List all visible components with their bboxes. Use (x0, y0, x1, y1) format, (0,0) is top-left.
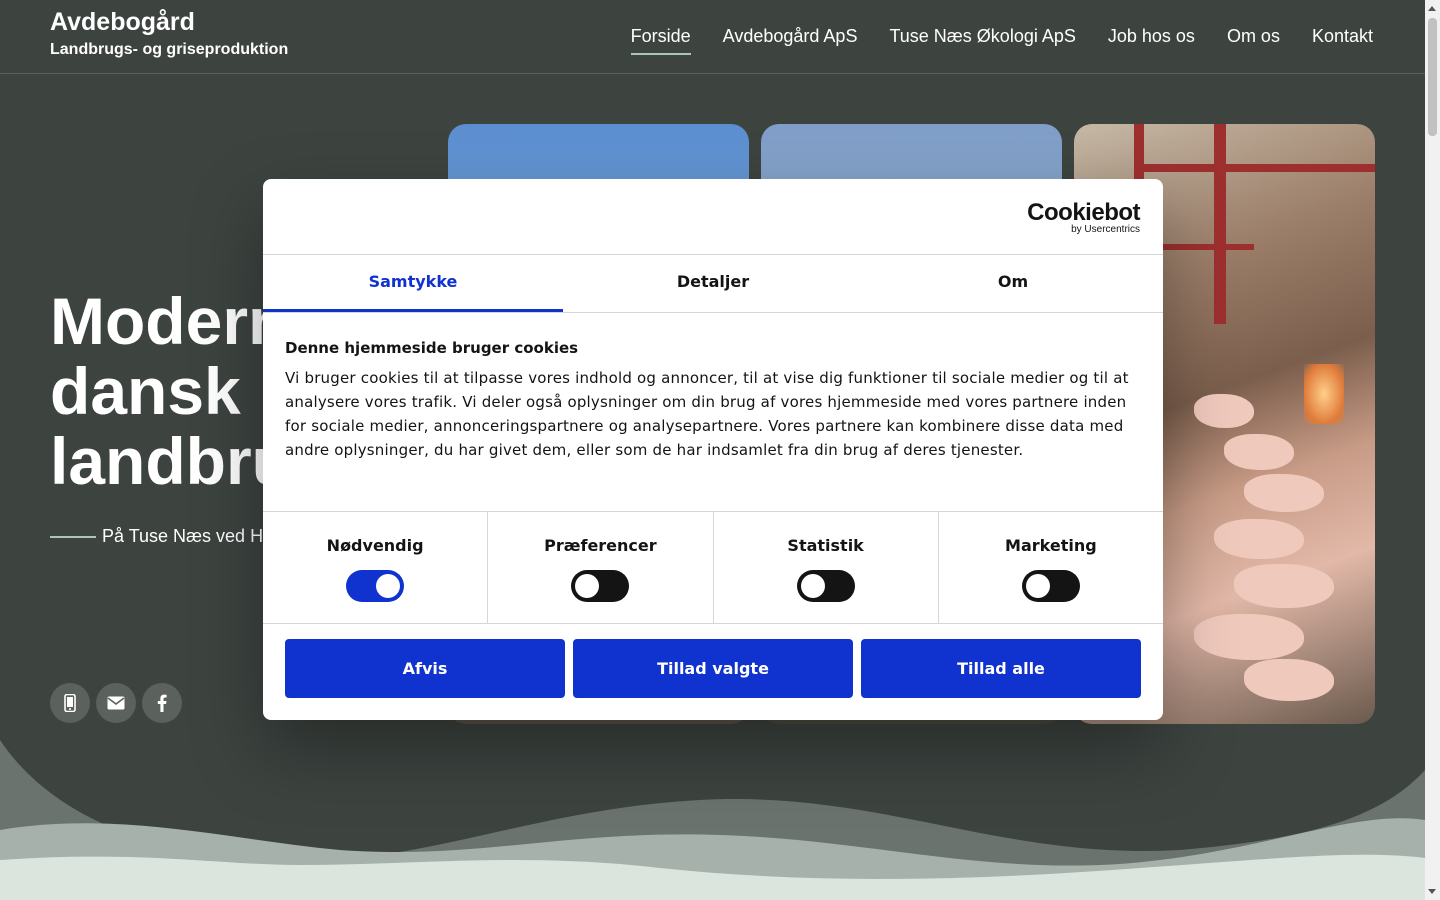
dialog-buttons: Afvis Tillad valgte Tillad alle (263, 624, 1163, 713)
brand-name[interactable]: Avdebogård (50, 8, 195, 37)
subtitle-divider (50, 535, 96, 538)
toggle-label: Nødvendig (326, 536, 424, 555)
main-nav: Forside Avdebogård ApS Tuse Næs Økologi … (630, 26, 1373, 55)
statistics-toggle[interactable] (796, 570, 855, 602)
scroll-up-icon[interactable] (1428, 6, 1436, 11)
nav-om-os[interactable]: Om os (1227, 26, 1280, 55)
nav-job-hos-os[interactable]: Job hos os (1108, 26, 1195, 55)
email-button[interactable] (96, 683, 136, 723)
toggle-group-statistics: Statistik (714, 512, 939, 623)
page-scrollbar[interactable] (1425, 0, 1440, 900)
preferences-toggle[interactable] (571, 570, 630, 602)
cookie-consent-dialog: Cookiebot by Usercentrics Samtykke Detal… (263, 179, 1163, 720)
nav-forside[interactable]: Forside (630, 26, 691, 55)
cookiebot-logo: Cookiebot by Usercentrics (1027, 201, 1140, 235)
toggle-group-preferences: Præferencer (488, 512, 714, 623)
dialog-tabs: Samtykke Detaljer Om (263, 255, 1163, 313)
dialog-body: Denne hjemmeside bruger cookies Vi bruge… (263, 313, 1163, 511)
tab-om[interactable]: Om (863, 255, 1163, 312)
scrollbar-thumb[interactable] (1428, 18, 1437, 136)
marketing-toggle[interactable] (1021, 570, 1080, 602)
facebook-button[interactable] (142, 683, 182, 723)
dialog-heading: Denne hjemmeside bruger cookies (285, 339, 579, 357)
phone-button[interactable] (50, 683, 90, 723)
site-header: Avdebogård Landbrugs- og griseproduktion… (0, 0, 1425, 74)
allow-selected-button[interactable]: Tillad valgte (573, 639, 853, 698)
nav-kontakt[interactable]: Kontakt (1312, 26, 1373, 55)
decorative-waves (0, 740, 1425, 900)
toggle-label: Marketing (1005, 536, 1097, 555)
toggle-label: Præferencer (544, 536, 657, 555)
scroll-down-icon[interactable] (1428, 889, 1436, 894)
cookiebot-logo-main: Cookiebot (1027, 199, 1140, 226)
email-icon (107, 696, 125, 710)
necessary-toggle[interactable] (346, 570, 405, 602)
toggle-group-marketing: Marketing (939, 512, 1163, 623)
dialog-description: Vi bruger cookies til at tilpasse vores … (285, 369, 1129, 459)
toggle-group-necessary: Nødvendig (263, 512, 489, 623)
dialog-header: Cookiebot by Usercentrics (263, 179, 1163, 255)
mobile-icon (64, 694, 76, 712)
reject-button[interactable]: Afvis (285, 639, 565, 698)
allow-all-button[interactable]: Tillad alle (861, 639, 1141, 698)
brand-tagline: Landbrugs- og griseproduktion (50, 41, 289, 58)
cookiebot-logo-sub: by Usercentrics (1071, 224, 1140, 235)
nav-tuse-naes-okologi[interactable]: Tuse Næs Økologi ApS (889, 26, 1075, 55)
social-links (50, 683, 182, 723)
tab-detaljer[interactable]: Detaljer (563, 255, 863, 312)
consent-toggles: Nødvendig Præferencer Statistik Marketin… (263, 511, 1163, 624)
tab-samtykke[interactable]: Samtykke (263, 255, 563, 312)
toggle-label: Statistik (787, 536, 864, 555)
nav-avdebogard-aps[interactable]: Avdebogård ApS (723, 26, 858, 55)
facebook-icon (157, 694, 167, 712)
